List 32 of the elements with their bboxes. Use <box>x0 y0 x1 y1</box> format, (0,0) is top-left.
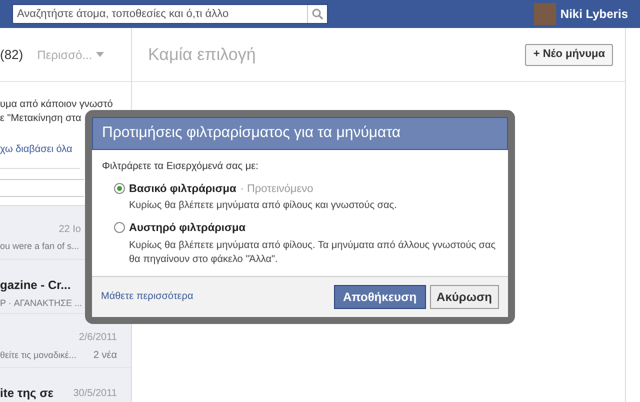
thread-title: gazine - Cr... <box>0 277 71 294</box>
thread-date: 30/5/2011 <box>73 386 117 400</box>
new-message-button[interactable]: + Νέο μήνυμα <box>525 44 613 66</box>
mark-read-link[interactable]: χω διαβάσει όλα <box>0 144 72 155</box>
thread-row[interactable]: 2/6/2011 θείτε τις μοναδικέ... 2 νέα <box>0 314 131 368</box>
message-search-field[interactable] <box>0 179 84 197</box>
caret-icon <box>96 52 104 57</box>
conversation-title: Καμία επιλογή <box>148 44 256 66</box>
user-name[interactable]: Niki Lyberis <box>560 5 628 23</box>
filter-prompt: Φιλτράρετε τα Εισερχόμενά σας με: <box>102 160 260 174</box>
save-button[interactable]: Αποθήκευση <box>334 284 426 308</box>
new-count: 2 νέα <box>93 349 117 363</box>
thread-title: ite της σε <box>0 385 54 402</box>
thread-snippet: P · ΑΓΑΝΑΚΤΗΣΕ ... <box>0 297 82 310</box>
thread-snippet: θείτε τις μοναδικέ... <box>0 348 76 362</box>
notice-text: ε "Μετακίνηση στα <box>0 112 82 126</box>
thread-row[interactable]: ite της σε 30/5/2011 <box>0 368 131 402</box>
cancel-button[interactable]: Ακύρωση <box>430 284 499 308</box>
thread-date: 2/6/2011 <box>78 331 117 345</box>
message-count: (82) <box>0 46 24 64</box>
thread-snippet: ou were a fan of s... <box>0 240 80 253</box>
option-description: Κυρίως θα βλέπετε μηνύματα από φίλους και γνωστούς σας. <box>129 199 398 213</box>
option-label[interactable]: Αυστηρό φιλτράρισμα <box>129 220 246 236</box>
notice-text: υμα από κάποιον γνωστό <box>0 98 113 112</box>
option-label[interactable]: Βασικό φιλτράρισμα <box>129 180 236 197</box>
radio-button[interactable] <box>114 182 125 194</box>
dialog-title: Προτιμήσεις φιλτραρίσματος για τα μηνύματα <box>92 117 508 150</box>
thread-date: 22 Ιο <box>58 223 81 237</box>
option-description: Κυρίως θα βλέπετε μηνύματα από φίλους. Τα μηνύματα από άλλους γνωστούς σας θα πηγαίνουν στο φάκελο "Άλλα". <box>129 238 497 266</box>
recommended-tag: · Προτεινόμενο <box>240 180 314 197</box>
search-field[interactable]: Αναζητήστε άτομα, τοποθεσίες και ό,τι άλλο <box>12 4 328 24</box>
radio-button[interactable] <box>114 222 125 233</box>
